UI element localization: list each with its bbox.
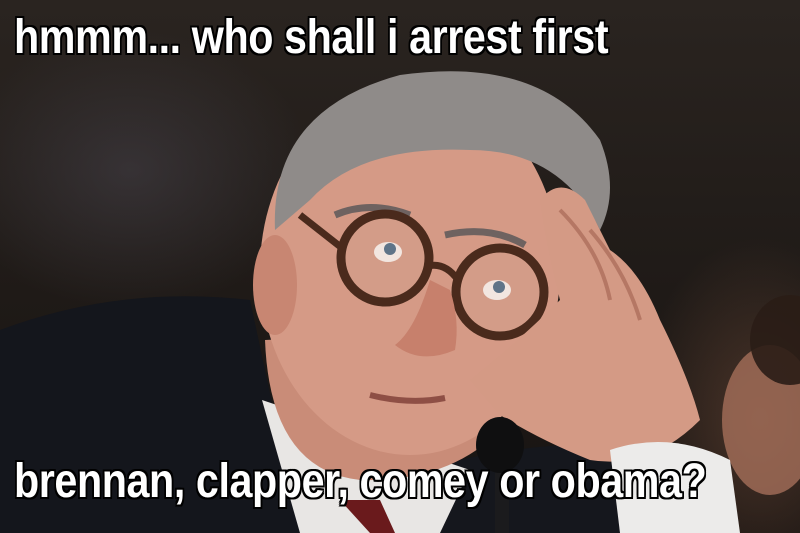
left-iris [384,243,396,255]
meme-image: hmmm... who shall i arrest first brennan… [0,0,800,533]
right-iris [493,281,505,293]
bottom-caption: brennan, clapper, comey or obama? [14,455,707,508]
ear [253,235,297,335]
top-caption: hmmm... who shall i arrest first [14,11,609,64]
